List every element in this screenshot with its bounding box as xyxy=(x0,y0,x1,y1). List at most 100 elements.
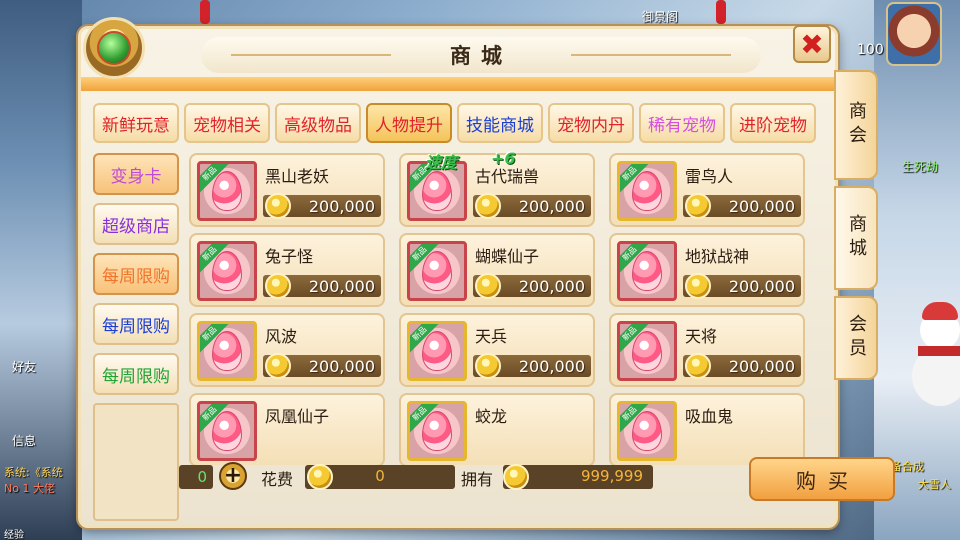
item-price: 200,000 xyxy=(518,197,585,216)
own-value: 999,999 xyxy=(580,467,643,485)
item-price: 200,000 xyxy=(518,357,585,376)
info-label[interactable]: 信息 xyxy=(12,432,36,449)
tab-category[interactable]: 稀有宠物 xyxy=(639,103,725,143)
side-tab-chamber[interactable]: 商会 xyxy=(834,70,878,180)
item-card[interactable]: 新品 天将 200,000 xyxy=(609,313,805,387)
subtab[interactable]: 超级商店 xyxy=(93,203,179,245)
category-tabs: 新鲜玩意 宠物相关 高级物品 人物提升 技能商城 宠物内丹 稀有宠物 进阶宠物 xyxy=(93,103,816,143)
item-name: 凤凰仙子 xyxy=(265,407,330,426)
item-card[interactable]: 新品 雷鸟人 200,000 xyxy=(609,153,805,227)
quantity-field[interactable]: 0 xyxy=(179,465,213,489)
coin-icon xyxy=(475,193,501,219)
item-name: 蛟龙 xyxy=(475,407,508,426)
item-card[interactable]: 新品 黑山老妖 200,000 xyxy=(189,153,385,227)
player-avatar[interactable] xyxy=(886,2,942,66)
add-quantity-button[interactable]: + xyxy=(219,462,247,490)
snowman-npc[interactable] xyxy=(912,302,960,410)
subtab[interactable]: 变身卡 xyxy=(93,153,179,195)
subtab[interactable]: 每周限购 xyxy=(93,253,179,295)
item-card[interactable]: 新品 蛟龙 xyxy=(399,393,595,465)
pet-egg-icon: 新品 xyxy=(617,401,677,461)
side-tab-label: 会员 xyxy=(846,314,867,362)
coin-icon xyxy=(265,273,291,299)
background-left xyxy=(0,0,82,540)
item-price: 200,000 xyxy=(728,197,795,216)
close-button[interactable]: ✖ xyxy=(793,25,831,63)
coin-icon xyxy=(475,273,501,299)
item-grid: 新品 黑山老妖 200,000 新品 古代瑞兽 200,000 新品 雷鸟人 200,000 新品… xyxy=(189,153,825,465)
side-tab-vip[interactable]: 会员 xyxy=(834,296,878,380)
event-label[interactable]: 生死劫 xyxy=(902,158,938,175)
header-strip xyxy=(81,77,835,91)
egg-icon xyxy=(632,331,662,371)
tab-category[interactable]: 技能商城 xyxy=(457,103,543,143)
tab-category-active[interactable]: 人物提升 xyxy=(366,103,452,143)
tab-category[interactable]: 宠物相关 xyxy=(184,103,270,143)
coin-icon xyxy=(685,273,711,299)
item-card[interactable]: 新品 吸血鬼 xyxy=(609,393,805,465)
system-chat-line: 系统:《系统 xyxy=(4,466,63,479)
item-price: 200,000 xyxy=(728,357,795,376)
speed-float-value: +6 xyxy=(491,149,516,168)
side-tab-shop[interactable]: 商城 xyxy=(834,186,878,290)
egg-icon xyxy=(212,251,242,291)
item-price: 200,000 xyxy=(308,197,375,216)
title-bar: 商城 xyxy=(201,37,761,73)
subtab[interactable]: 每周限购 xyxy=(93,353,179,395)
item-name: 风波 xyxy=(265,327,298,346)
item-price: 200,000 xyxy=(518,277,585,296)
egg-icon xyxy=(632,251,662,291)
item-card[interactable]: 新品 地狱战神 200,000 xyxy=(609,233,805,307)
item-name: 蝴蝶仙子 xyxy=(475,247,540,266)
tab-label: 宠物内丹 xyxy=(557,115,625,136)
item-card[interactable]: 新品 兔子怪 200,000 xyxy=(189,233,385,307)
cost-label: 花费 xyxy=(261,470,294,489)
bg-location-text: 御景阁 xyxy=(642,10,679,24)
player-level: 100 xyxy=(857,42,884,58)
subtab-empty-area xyxy=(93,403,179,521)
egg-icon xyxy=(422,331,452,371)
subtab[interactable]: 每周限购 xyxy=(93,303,179,345)
side-tab-label: 商会 xyxy=(846,101,867,149)
item-card[interactable]: 新品 蝴蝶仙子 200,000 xyxy=(399,233,595,307)
subtab-label: 每周限购 xyxy=(102,266,170,287)
lantern-decoration xyxy=(200,0,210,24)
tab-label: 宠物相关 xyxy=(193,115,261,136)
egg-icon xyxy=(422,411,452,451)
shop-panel: 商城 ✖ 新鲜玩意 宠物相关 高级物品 人物提升 技能商城 宠物内丹 稀有宠物 … xyxy=(78,17,895,528)
item-name: 地狱战神 xyxy=(685,247,750,266)
pet-egg-icon: 新品 xyxy=(197,161,257,221)
item-name: 天兵 xyxy=(475,327,508,346)
own-label: 拥有 xyxy=(461,470,494,489)
subtab-label: 每周限购 xyxy=(102,316,170,337)
coin-icon xyxy=(265,193,291,219)
pet-egg-icon: 新品 xyxy=(407,401,467,461)
item-card[interactable]: 新品 天兵 200,000 xyxy=(399,313,595,387)
egg-icon xyxy=(422,251,452,291)
coin-icon xyxy=(685,353,711,379)
item-card[interactable]: 新品 风波 200,000 xyxy=(189,313,385,387)
pet-egg-icon: 新品 xyxy=(617,161,677,221)
item-name: 天将 xyxy=(685,327,718,346)
snowman-name-label: 大雪人 xyxy=(918,478,951,491)
pet-egg-icon: 新品 xyxy=(407,321,467,381)
pet-egg-icon: 新品 xyxy=(617,321,677,381)
side-tab-label: 商城 xyxy=(846,214,867,262)
sub-tabs: 变身卡 超级商店 每周限购 每周限购 每周限购 xyxy=(93,153,181,521)
buy-button[interactable]: 购买 xyxy=(749,457,895,501)
item-card[interactable]: 新品 凤凰仙子 xyxy=(189,393,385,465)
speed-float-label: 速度 xyxy=(425,153,458,172)
tab-category[interactable]: 高级物品 xyxy=(275,103,361,143)
tab-category[interactable]: 宠物内丹 xyxy=(548,103,634,143)
exp-label: 经验 xyxy=(4,530,24,540)
tab-category[interactable]: 新鲜玩意 xyxy=(93,103,179,143)
tab-category[interactable]: 进阶宠物 xyxy=(730,103,816,143)
egg-icon xyxy=(212,171,242,211)
tab-label: 稀有宠物 xyxy=(648,115,716,136)
friends-label[interactable]: 好友 xyxy=(12,358,36,375)
item-price: 200,000 xyxy=(308,277,375,296)
egg-icon xyxy=(422,171,452,211)
pet-egg-icon: 新品 xyxy=(197,241,257,301)
shop-emblem-icon xyxy=(83,17,145,79)
tab-label: 进阶宠物 xyxy=(739,115,807,136)
